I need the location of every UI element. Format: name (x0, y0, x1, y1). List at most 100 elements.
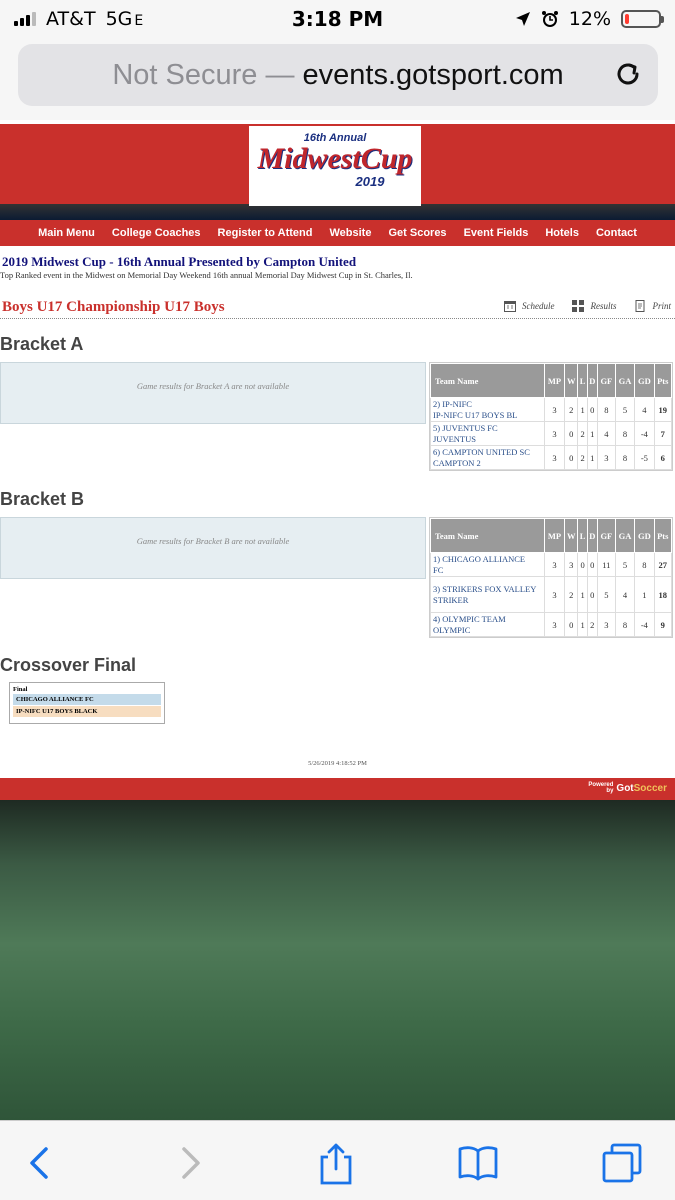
results-link[interactable]: Results (572, 300, 616, 312)
back-icon[interactable] (18, 1141, 62, 1185)
cell-ga: 4 (614, 576, 636, 613)
nav-contact[interactable]: Contact (596, 227, 637, 239)
alarm-icon (541, 11, 558, 27)
col-pts: Pts (653, 363, 673, 398)
cell-d: 0 (586, 576, 598, 613)
gotsoccer-badge[interactable]: Powered by GotSoccer (588, 782, 667, 794)
print-link[interactable]: Print (634, 300, 671, 312)
battery-percent: 12% (568, 8, 611, 30)
status-bar: AT&T 5G E 3:18 PM 12% (0, 0, 675, 38)
grass-background-image (0, 800, 675, 1120)
bracket-a-heading: Bracket A (0, 334, 84, 354)
cell-mp: 3 (543, 612, 566, 637)
address-bar[interactable]: Not Secure — events.gotsport.com (18, 44, 658, 106)
bracket-b-results-notice: Game results for Bracket B are not avail… (0, 517, 426, 579)
nav-get-scores[interactable]: Get Scores (388, 227, 446, 239)
cell-d: 0 (586, 552, 598, 577)
results-label: Results (590, 301, 617, 311)
cell-l: 2 (577, 445, 588, 470)
col-pts: Pts (653, 518, 673, 553)
page-content: 2019 Midwest Cup - 16th Annual Presented… (0, 246, 675, 778)
col-l: L (577, 518, 588, 553)
schedule-link[interactable]: Schedule (504, 300, 554, 312)
cell-mp: 3 (543, 421, 566, 446)
nav-website[interactable]: Website (329, 227, 371, 239)
table-row: 5) JUVENTUS FC JUVENTUS 3 0 2 1 4 8 -4 7 (430, 421, 673, 446)
cell-d: 1 (586, 445, 598, 470)
forward-icon[interactable] (168, 1141, 212, 1185)
powered-by-text: Powered by (588, 782, 614, 794)
nav-register[interactable]: Register to Attend (218, 227, 313, 239)
final-match-card[interactable]: Final CHICAGO ALLIANCE FC IP-NIFC U17 BO… (9, 682, 165, 724)
cell-pts: 6 (653, 445, 673, 470)
main-nav: Main Menu College Coaches Register to At… (0, 220, 675, 246)
safari-bottom-toolbar (0, 1120, 675, 1200)
col-gf: GF (596, 363, 616, 398)
divider (0, 318, 675, 319)
gotsoccer-logo-text: GotSoccer (616, 782, 667, 794)
logo-year: 2019 (355, 174, 385, 189)
table-row: 3) STRIKERS FOX VALLEY STRIKER 3 2 1 0 5 … (430, 576, 673, 613)
team-link[interactable]: 1) CHICAGO ALLIANCE FC (430, 552, 545, 577)
cell-gf: 4 (596, 421, 616, 446)
browser-toolbar: Not Secure — events.gotsport.com (0, 38, 675, 120)
cell-gf: 3 (596, 445, 616, 470)
site-banner: 16th Annual MidwestCup 2019 (0, 124, 675, 220)
bookmarks-icon[interactable] (456, 1141, 500, 1185)
col-w: W (564, 363, 579, 398)
table-row: 4) OLYMPIC TEAM OLYMPIC 3 0 1 2 3 8 -4 9 (430, 612, 673, 637)
cell-ga: 8 (614, 421, 636, 446)
col-gd: GD (634, 518, 655, 553)
cell-l: 1 (577, 397, 588, 422)
col-ga: GA (614, 518, 636, 553)
cell-w: 2 (564, 576, 579, 613)
nav-event-fields[interactable]: Event Fields (464, 227, 529, 239)
bracket-a-results-notice: Game results for Bracket A are not avail… (0, 362, 426, 424)
share-icon[interactable] (314, 1141, 358, 1185)
final-team-1: CHICAGO ALLIANCE FC (13, 694, 161, 705)
cell-l: 1 (577, 612, 588, 637)
team-link[interactable]: 4) OLYMPIC TEAM OLYMPIC (430, 612, 545, 637)
team-link[interactable]: 2) IP-NIFC IP-NIFC U17 BOYS BL (430, 397, 545, 422)
nav-hotels[interactable]: Hotels (545, 227, 579, 239)
nav-main-menu[interactable]: Main Menu (38, 227, 95, 239)
tabs-icon[interactable] (600, 1141, 644, 1185)
cell-ga: 8 (614, 445, 636, 470)
col-d: D (586, 363, 598, 398)
team-link[interactable]: 6) CAMPTON UNITED SC CAMPTON 2 (430, 445, 545, 470)
col-w: W (564, 518, 579, 553)
cell-w: 2 (564, 397, 579, 422)
bracket-b-standings: Team Name MP W L D GF GA GD Pts 1) CHICA… (429, 517, 673, 638)
cell-ga: 5 (614, 552, 636, 577)
team-link[interactable]: 3) STRIKERS FOX VALLEY STRIKER (430, 576, 545, 613)
col-d: D (586, 518, 598, 553)
division-title: Boys U17 Championship U17 Boys (2, 299, 225, 315)
url-separator: — (257, 59, 303, 91)
site-footer: Powered by GotSoccer (0, 778, 675, 800)
bracket-a-standings: Team Name MP W L D GF GA GD Pts 2) IP-NI… (429, 362, 673, 471)
table-row: 2) IP-NIFC IP-NIFC U17 BOYS BL 3 2 1 0 8 … (430, 397, 673, 422)
cell-w: 0 (564, 445, 579, 470)
table-row: 1) CHICAGO ALLIANCE FC 3 3 0 0 11 5 8 27 (430, 552, 673, 577)
not-secure-label: Not Secure (112, 59, 258, 91)
calendar-icon (504, 301, 516, 312)
cell-gf: 5 (596, 576, 616, 613)
cell-d: 0 (586, 397, 598, 422)
col-team: Team Name (430, 518, 545, 553)
bracket-b-heading: Bracket B (0, 489, 85, 509)
cell-w: 3 (564, 552, 579, 577)
col-ga: GA (614, 363, 636, 398)
team-link[interactable]: 5) JUVENTUS FC JUVENTUS (430, 421, 545, 446)
cell-ga: 8 (614, 612, 636, 637)
cell-pts: 19 (653, 397, 673, 422)
col-l: L (577, 363, 588, 398)
cell-gf: 8 (596, 397, 616, 422)
reload-icon[interactable] (612, 58, 644, 90)
nav-college-coaches[interactable]: College Coaches (112, 227, 201, 239)
cell-mp: 3 (543, 552, 566, 577)
final-team-2: IP-NIFC U17 BOYS BLACK (13, 706, 161, 717)
col-mp: MP (543, 363, 566, 398)
midwest-cup-logo[interactable]: 16th Annual MidwestCup 2019 (249, 126, 421, 206)
cell-gf: 11 (596, 552, 616, 577)
cell-gd: -4 (634, 421, 655, 446)
